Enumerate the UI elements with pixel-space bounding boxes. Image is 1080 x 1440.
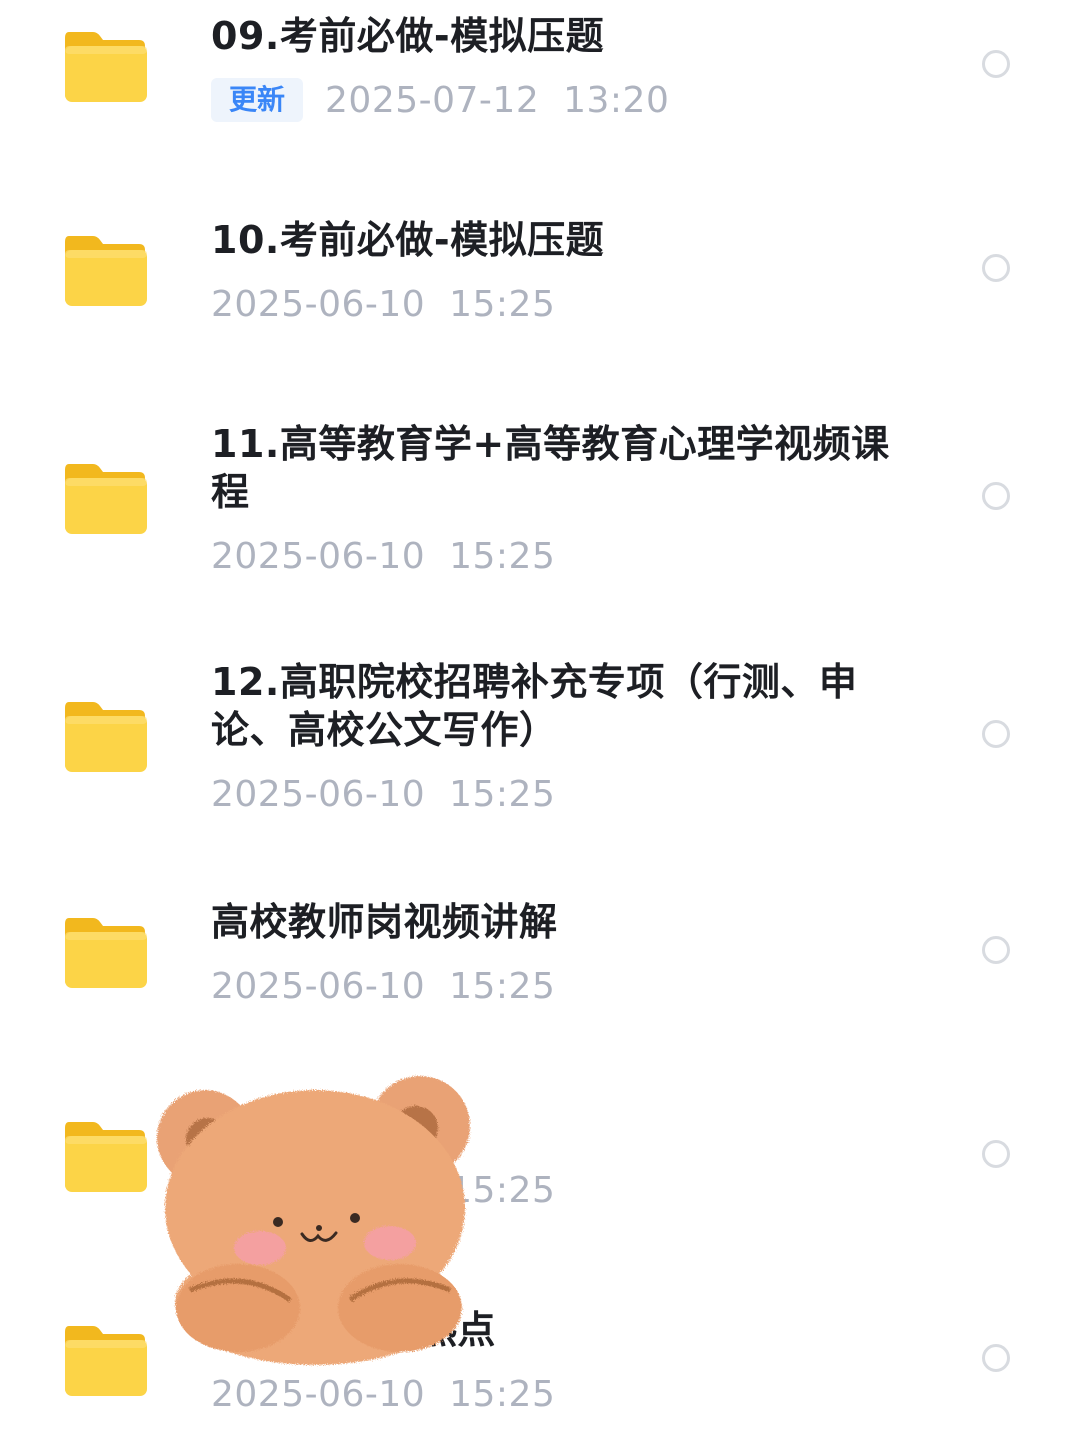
folder-icon [63,1118,147,1192]
bear-sticker-icon [150,1068,475,1368]
file-date: 2025-06-10 15:25 [211,535,556,577]
file-meta: 2025-06-10 15:25 [211,962,891,1010]
file-meta: 2025-06-10 15:25 [211,532,891,580]
select-circle-icon[interactable] [982,936,1010,964]
file-date: 2025-06-10 15:25 [211,773,556,815]
file-meta: 2025-06-10 15:25 [211,770,891,818]
file-meta: 2025-06-10 15:25 [211,280,891,328]
select-circle-icon[interactable] [982,1344,1010,1372]
file-name: 11.高等教育学+高等教育心理学视频课程 [211,422,890,514]
folder-icon [63,698,147,772]
select-circle-icon[interactable] [982,50,1010,78]
select-circle-icon[interactable] [982,720,1010,748]
file-meta: 更新 2025-07-12 13:20 [211,76,891,124]
folder-icon [63,914,147,988]
file-date: 2025-06-10 15:25 [211,1373,556,1415]
folder-icon [63,1322,147,1396]
file-name: 高校教师岗视频讲解 [211,900,558,944]
select-circle-icon[interactable] [982,482,1010,510]
file-date: 2025-07-12 13:20 [325,79,670,121]
file-name: 10.考前必做-模拟压题 [211,218,605,262]
select-circle-icon[interactable] [982,1140,1010,1168]
file-date: 2025-06-10 15:25 [211,965,556,1007]
folder-icon [63,232,147,306]
file-meta: 2025-06-10 15:25 [211,1370,891,1418]
select-circle-icon[interactable] [982,254,1010,282]
file-date: 2025-06-10 15:25 [211,283,556,325]
folder-icon [63,28,147,102]
file-name: 12.高职院校招聘补充专项（行测、申论、高校公文写作） [211,660,858,752]
folder-icon [63,460,147,534]
file-name: 09.考前必做-模拟压题 [211,14,605,58]
update-badge: 更新 [211,78,304,122]
